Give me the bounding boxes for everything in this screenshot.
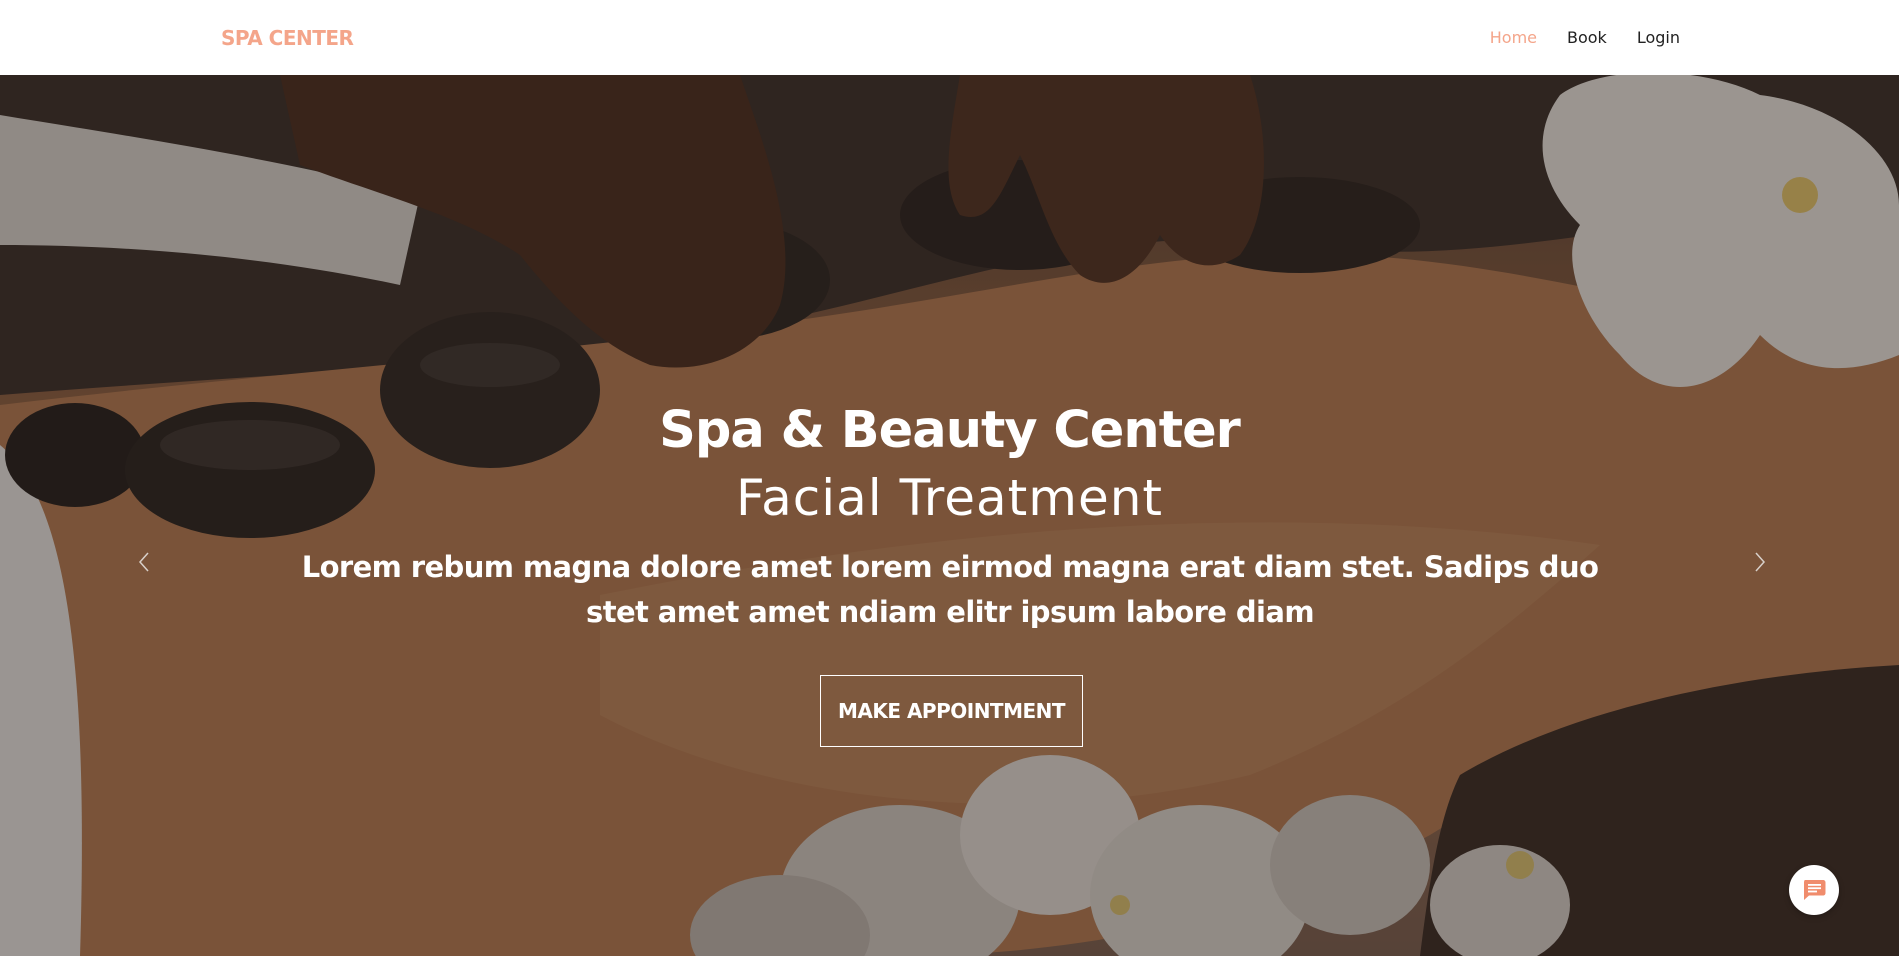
chat-icon xyxy=(1804,880,1826,900)
hero-title: Spa & Beauty Center xyxy=(659,401,1241,460)
nav-link-home[interactable]: Home xyxy=(1490,28,1537,47)
hero-content: Spa & Beauty Center Facial Treatment Lor… xyxy=(0,75,1899,956)
chevron-left-icon xyxy=(138,552,149,572)
hero-carousel: Spa & Beauty Center Facial Treatment Lor… xyxy=(0,75,1899,956)
chat-button[interactable] xyxy=(1789,865,1839,915)
chevron-right-icon xyxy=(1755,552,1766,572)
nav-link-book[interactable]: Book xyxy=(1567,28,1607,47)
hero-subtitle: Facial Treatment xyxy=(735,469,1164,527)
nav-links: Home Book Login xyxy=(1490,28,1680,47)
navbar: SPA CENTER Home Book Login xyxy=(0,0,1899,75)
brand-logo[interactable]: SPA CENTER xyxy=(221,26,354,50)
hero-description: Lorem rebum magna dolore amet lorem eirm… xyxy=(301,550,1599,629)
carousel-next-button[interactable] xyxy=(1748,547,1772,577)
nav-link-login[interactable]: Login xyxy=(1637,28,1680,47)
carousel-prev-button[interactable] xyxy=(132,547,156,577)
make-appointment-button[interactable]: MAKE APPOINTMENT xyxy=(820,675,1083,747)
